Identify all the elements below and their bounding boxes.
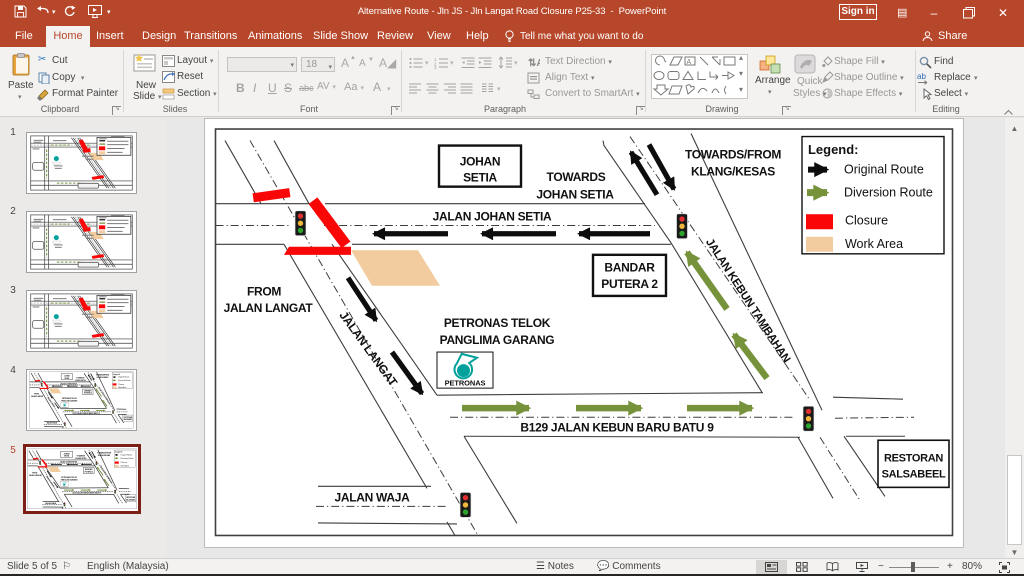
- svg-text:3: 3: [434, 65, 437, 69]
- svg-text:A: A: [687, 59, 692, 66]
- svg-text:ab: ab: [917, 72, 926, 81]
- svg-text:⇅A: ⇅A: [528, 58, 540, 68]
